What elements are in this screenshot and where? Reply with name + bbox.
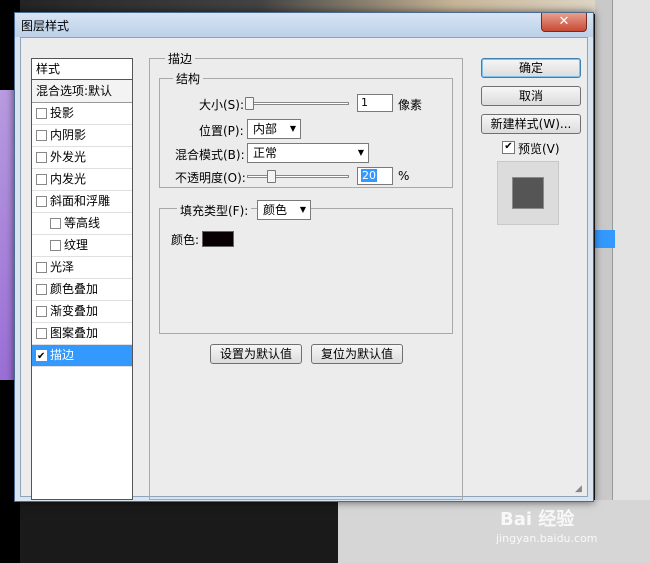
size-unit: 像素 bbox=[398, 98, 423, 112]
style-item[interactable]: 斜面和浮雕 bbox=[32, 191, 132, 213]
style-item-checkbox[interactable] bbox=[36, 306, 47, 317]
style-item-label: 等高线 bbox=[64, 216, 101, 230]
check-icon: ✔ bbox=[504, 141, 513, 152]
style-item-label: 渐变叠加 bbox=[50, 304, 99, 318]
background-tool-panel bbox=[612, 0, 650, 563]
blend-mode-select[interactable]: 正常 ▼ bbox=[247, 143, 369, 163]
style-item-checkbox[interactable] bbox=[36, 174, 47, 185]
preview-thumbnail bbox=[497, 161, 559, 225]
style-item-label: 投影 bbox=[50, 106, 75, 120]
opacity-value: 20 bbox=[361, 169, 377, 182]
style-item-checkbox[interactable] bbox=[36, 328, 47, 339]
style-item-label: 内发光 bbox=[50, 172, 87, 186]
style-item[interactable]: 内阴影 bbox=[32, 125, 132, 147]
preview-swatch bbox=[512, 177, 544, 209]
chevron-down-icon: ▼ bbox=[289, 124, 296, 133]
color-swatch[interactable] bbox=[202, 231, 234, 247]
stroke-section-title: 描边 bbox=[165, 50, 196, 67]
style-item-checkbox[interactable] bbox=[36, 130, 47, 141]
dialog-title: 图层样式 bbox=[21, 19, 70, 33]
style-item-label: 描边 bbox=[50, 348, 75, 362]
opacity-slider-thumb[interactable] bbox=[267, 170, 276, 183]
set-default-button[interactable]: 设置为默认值 bbox=[210, 344, 302, 364]
fill-type-value: 颜色 bbox=[263, 203, 288, 217]
close-icon: ✕ bbox=[558, 14, 570, 29]
position-label: 位置(P): bbox=[199, 124, 244, 138]
style-item-checkbox[interactable] bbox=[36, 196, 47, 207]
blend-mode-label: 混合模式(B): bbox=[175, 148, 245, 162]
style-item-checkbox[interactable] bbox=[50, 240, 61, 251]
chevron-down-icon: ▼ bbox=[357, 148, 364, 157]
ok-button[interactable]: 确定 bbox=[481, 58, 581, 78]
background-selected-layer bbox=[595, 230, 615, 248]
opacity-input[interactable]: 20 bbox=[357, 167, 393, 185]
opacity-label: 不透明度(O): bbox=[175, 171, 246, 185]
style-item[interactable]: 等高线 bbox=[32, 213, 132, 235]
style-item-label: 光泽 bbox=[50, 260, 75, 274]
position-select[interactable]: 内部 ▼ bbox=[247, 119, 301, 139]
style-item-checkbox[interactable] bbox=[50, 218, 61, 229]
style-item-checkbox[interactable] bbox=[36, 262, 47, 273]
opacity-unit: % bbox=[398, 169, 410, 183]
style-item[interactable]: 光泽 bbox=[32, 257, 132, 279]
style-item-label: 外发光 bbox=[50, 150, 87, 164]
style-item[interactable]: 外发光 bbox=[32, 147, 132, 169]
watermark-url: jingyan.baidu.com bbox=[496, 532, 598, 545]
fill-type-select[interactable]: 颜色 ▼ bbox=[257, 200, 311, 220]
blend-mode-value: 正常 bbox=[253, 146, 278, 160]
style-item-checkbox[interactable]: ✔ bbox=[36, 350, 47, 362]
style-item-label: 纹理 bbox=[64, 238, 89, 252]
size-input[interactable]: 1 bbox=[357, 94, 393, 112]
structure-title: 结构 bbox=[173, 70, 204, 87]
new-style-button[interactable]: 新建样式(W)... bbox=[481, 114, 581, 134]
check-icon: ✔ bbox=[37, 351, 46, 362]
style-item-label: 内阴影 bbox=[50, 128, 87, 142]
blend-options-item[interactable]: 混合选项:默认 bbox=[32, 80, 132, 103]
style-item-checkbox[interactable] bbox=[36, 152, 47, 163]
styles-list: 样式 混合选项:默认 投影内阴影外发光内发光斜面和浮雕等高线纹理光泽颜色叠加渐变… bbox=[31, 58, 133, 500]
style-item[interactable]: ✔ 描边 bbox=[32, 345, 132, 367]
style-item-checkbox[interactable] bbox=[36, 108, 47, 119]
style-item[interactable]: 颜色叠加 bbox=[32, 279, 132, 301]
style-item[interactable]: 渐变叠加 bbox=[32, 301, 132, 323]
style-item[interactable]: 纹理 bbox=[32, 235, 132, 257]
layer-style-dialog: 图层样式 ✕ 样式 混合选项:默认 投影内阴影外发光内发光斜面和浮雕等高线纹理光… bbox=[14, 12, 594, 502]
style-item-label: 图案叠加 bbox=[50, 326, 99, 340]
position-value: 内部 bbox=[253, 122, 278, 136]
dialog-client-area: 样式 混合选项:默认 投影内阴影外发光内发光斜面和浮雕等高线纹理光泽颜色叠加渐变… bbox=[20, 37, 588, 500]
watermark-logo: Bai 经验 bbox=[500, 509, 575, 530]
style-item-checkbox[interactable] bbox=[36, 284, 47, 295]
close-button[interactable]: ✕ bbox=[541, 13, 587, 32]
style-item[interactable]: 图案叠加 bbox=[32, 323, 132, 345]
resize-grip-icon[interactable]: ◢ bbox=[575, 484, 585, 494]
size-slider-track[interactable] bbox=[247, 102, 349, 105]
dialog-titlebar[interactable]: 图层样式 ✕ bbox=[15, 13, 593, 37]
opacity-slider-track[interactable] bbox=[247, 175, 349, 178]
style-item-label: 斜面和浮雕 bbox=[50, 194, 111, 208]
reset-default-button[interactable]: 复位为默认值 bbox=[311, 344, 403, 364]
styles-list-header[interactable]: 样式 bbox=[32, 59, 132, 80]
size-label: 大小(S): bbox=[199, 98, 245, 112]
style-item-label: 颜色叠加 bbox=[50, 282, 99, 296]
color-label: 颜色: bbox=[171, 233, 200, 247]
fill-type-label: 填充类型(F): bbox=[177, 202, 252, 219]
chevron-down-icon: ▼ bbox=[299, 205, 306, 214]
style-item[interactable]: 内发光 bbox=[32, 169, 132, 191]
style-items: 投影内阴影外发光内发光斜面和浮雕等高线纹理光泽颜色叠加渐变叠加图案叠加 ✔ 描边 bbox=[32, 103, 132, 367]
cancel-button[interactable]: 取消 bbox=[481, 86, 581, 106]
preview-checkbox[interactable]: ✔ bbox=[502, 141, 515, 154]
size-slider-thumb[interactable] bbox=[245, 97, 254, 110]
style-item[interactable]: 投影 bbox=[32, 103, 132, 125]
fill-type-group bbox=[159, 208, 453, 334]
preview-label: 预览(V) bbox=[518, 142, 560, 156]
background-bottom-area bbox=[338, 500, 650, 563]
